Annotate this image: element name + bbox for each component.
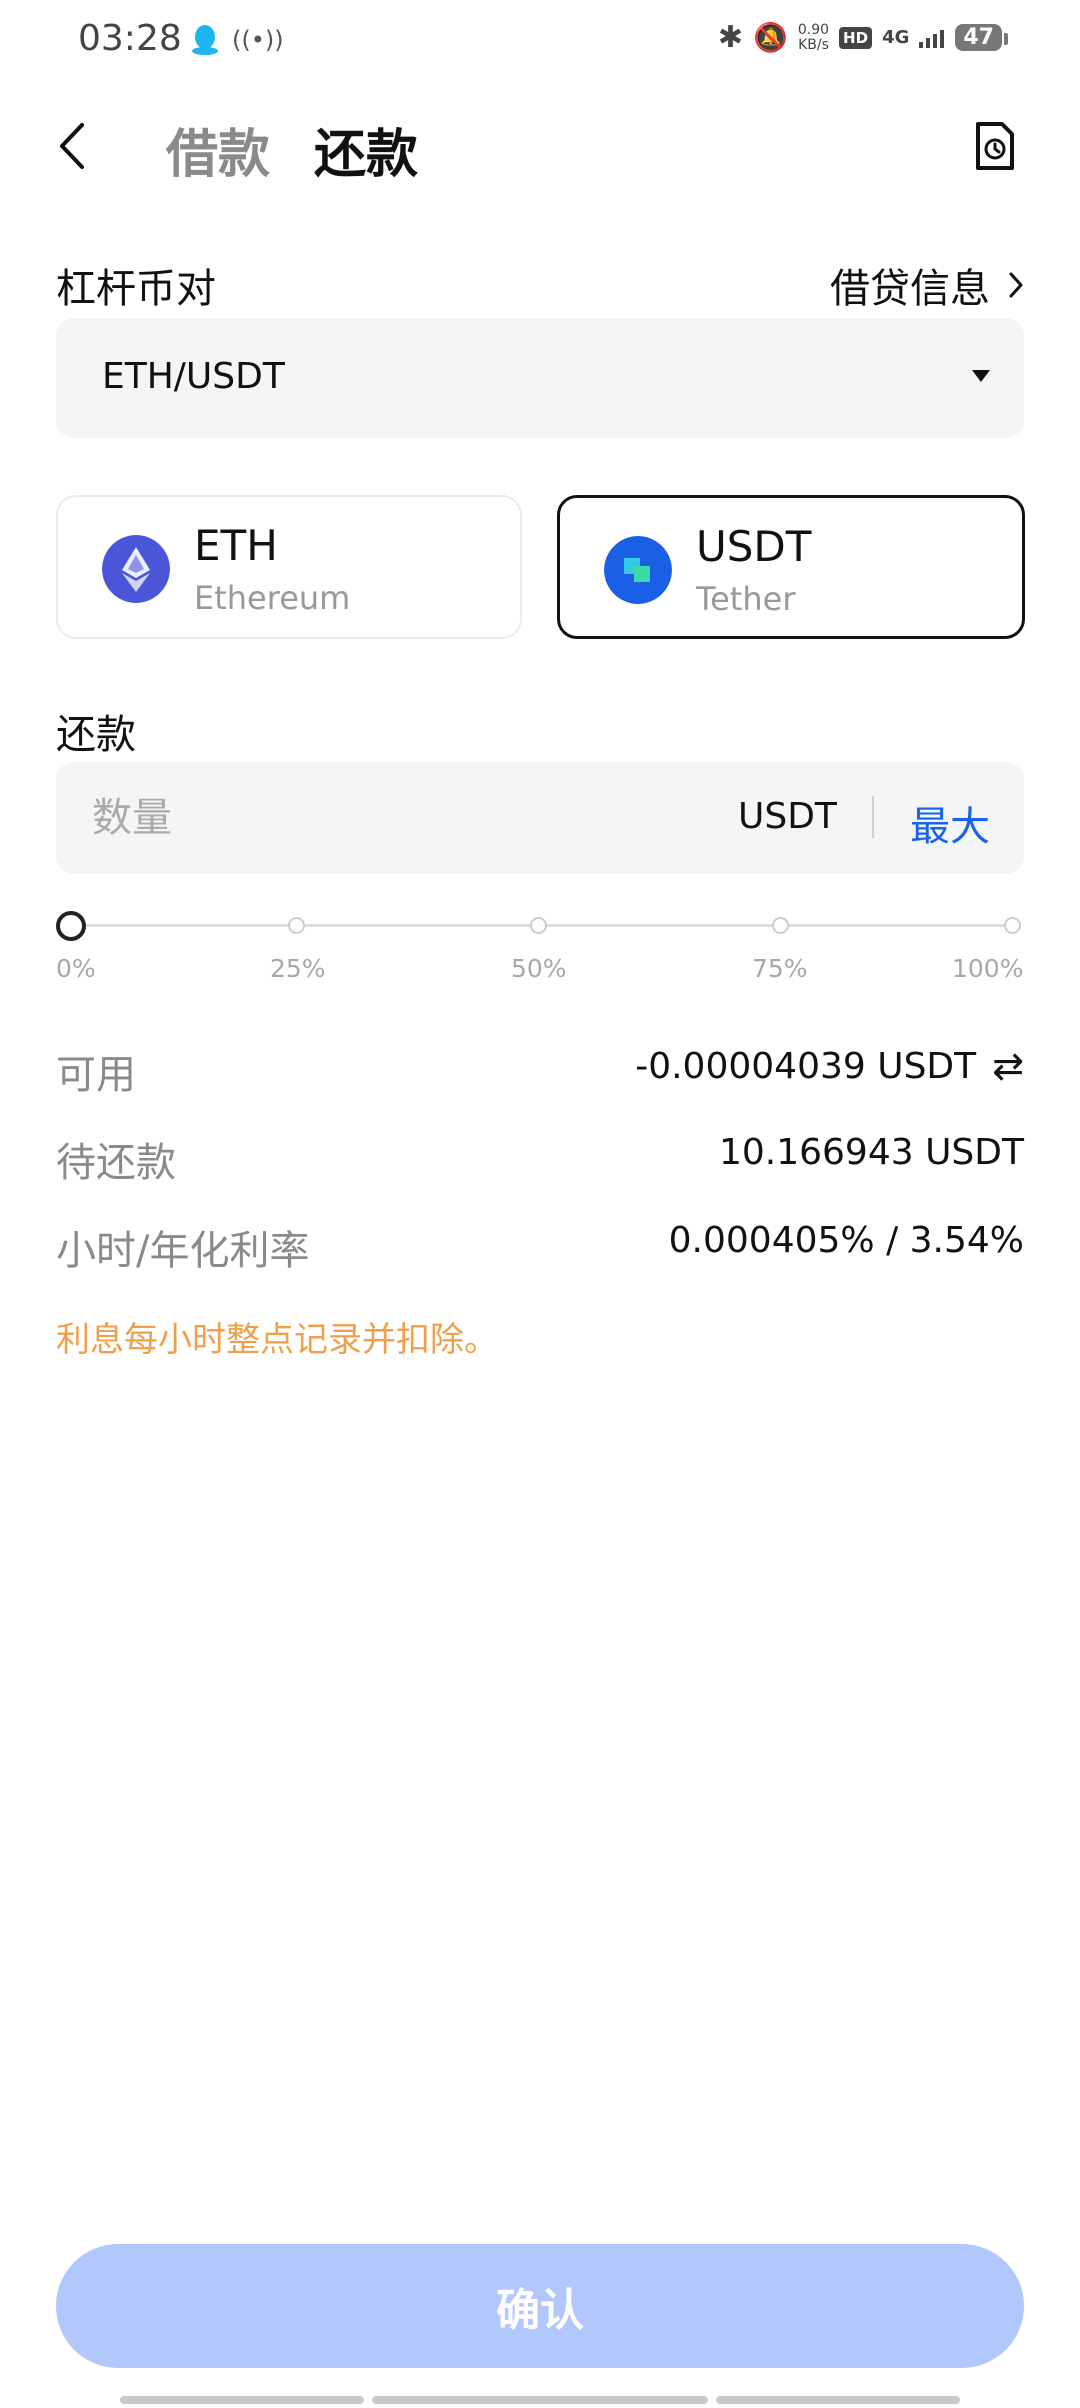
- hotspot-icon: ((•)): [232, 26, 284, 54]
- gesture-bar-center: [372, 2396, 708, 2404]
- pending-repay-label: 待还款: [56, 1140, 176, 1186]
- amount-divider: [872, 796, 874, 838]
- slider-mark-50[interactable]: [530, 917, 547, 934]
- pair-label: 杠杆币对: [56, 266, 216, 312]
- history-button[interactable]: [972, 120, 1018, 172]
- bluetooth-icon: ✱: [717, 20, 743, 55]
- slider-thumb[interactable]: [56, 911, 86, 941]
- coin-symbol: ETH: [194, 521, 278, 570]
- status-time: 03:28: [78, 18, 182, 59]
- tab-repay[interactable]: 还款: [314, 112, 418, 187]
- interest-notice: 利息每小时整点记录并扣除。: [56, 1320, 498, 1360]
- back-button[interactable]: [56, 118, 96, 174]
- hd-badge: HD: [839, 26, 873, 49]
- available-value: -0.00004039 USDT: [635, 1045, 977, 1087]
- coin-card-usdt[interactable]: USDT Tether: [557, 495, 1025, 639]
- amount-unit: USDT: [738, 796, 837, 837]
- usdt-logo-icon: [604, 536, 672, 604]
- swap-arrows-icon[interactable]: ⇄: [992, 1044, 1024, 1088]
- document-clock-icon: [976, 122, 1014, 170]
- slider-mark-100[interactable]: [1004, 917, 1021, 934]
- slider-mark-75[interactable]: [772, 917, 789, 934]
- eth-logo-icon: [102, 535, 170, 603]
- slider-label-25: 25%: [270, 954, 326, 983]
- slider-label-0: 0%: [56, 954, 96, 983]
- chevron-left-icon: [60, 123, 84, 169]
- amount-input[interactable]: [92, 790, 592, 846]
- signal-bars-icon: [919, 29, 945, 48]
- pair-selected-value: ETH/USDT: [102, 356, 285, 397]
- pending-repay-value: 10.166943 USDT: [718, 1132, 1024, 1173]
- chevron-right-icon: [1009, 272, 1023, 298]
- coin-symbol: USDT: [696, 522, 812, 571]
- loan-info-label: 借贷信息: [830, 266, 990, 312]
- signal-4g-icon: 4G: [882, 27, 910, 48]
- network-speed: 0.90 KB/s: [797, 21, 830, 53]
- max-button[interactable]: 最大: [910, 794, 990, 852]
- gesture-bar-left: [120, 2396, 364, 2404]
- mute-icon: 🔕: [753, 21, 788, 54]
- slider-label-100: 100%: [952, 954, 1024, 983]
- slider-label-50: 50%: [511, 954, 567, 983]
- slider-mark-25[interactable]: [288, 917, 305, 934]
- confirm-button[interactable]: 确认: [56, 2244, 1024, 2368]
- status-indicators: ✱ 🔕 0.90 KB/s HD 4G 47: [717, 20, 1008, 55]
- coin-name: Ethereum: [194, 579, 351, 617]
- caret-down-icon: [972, 370, 990, 382]
- available-row-value: -0.00004039 USDT ⇄: [635, 1044, 1024, 1088]
- available-label: 可用: [56, 1052, 136, 1098]
- coin-name: Tether: [696, 580, 796, 618]
- slider-label-75: 75%: [752, 954, 808, 983]
- coin-card-eth[interactable]: ETH Ethereum: [56, 495, 522, 639]
- gesture-bar-right: [716, 2396, 960, 2404]
- tab-borrow[interactable]: 借款: [166, 112, 270, 187]
- loan-info-link[interactable]: 借贷信息: [830, 256, 1024, 314]
- interest-rate-label: 小时/年化利率: [56, 1228, 310, 1274]
- interest-rate-value: 0.000405% / 3.54%: [668, 1220, 1024, 1261]
- qq-notification-icon: [192, 25, 218, 55]
- battery-icon: 47: [955, 24, 1008, 51]
- repay-label: 还款: [56, 712, 136, 758]
